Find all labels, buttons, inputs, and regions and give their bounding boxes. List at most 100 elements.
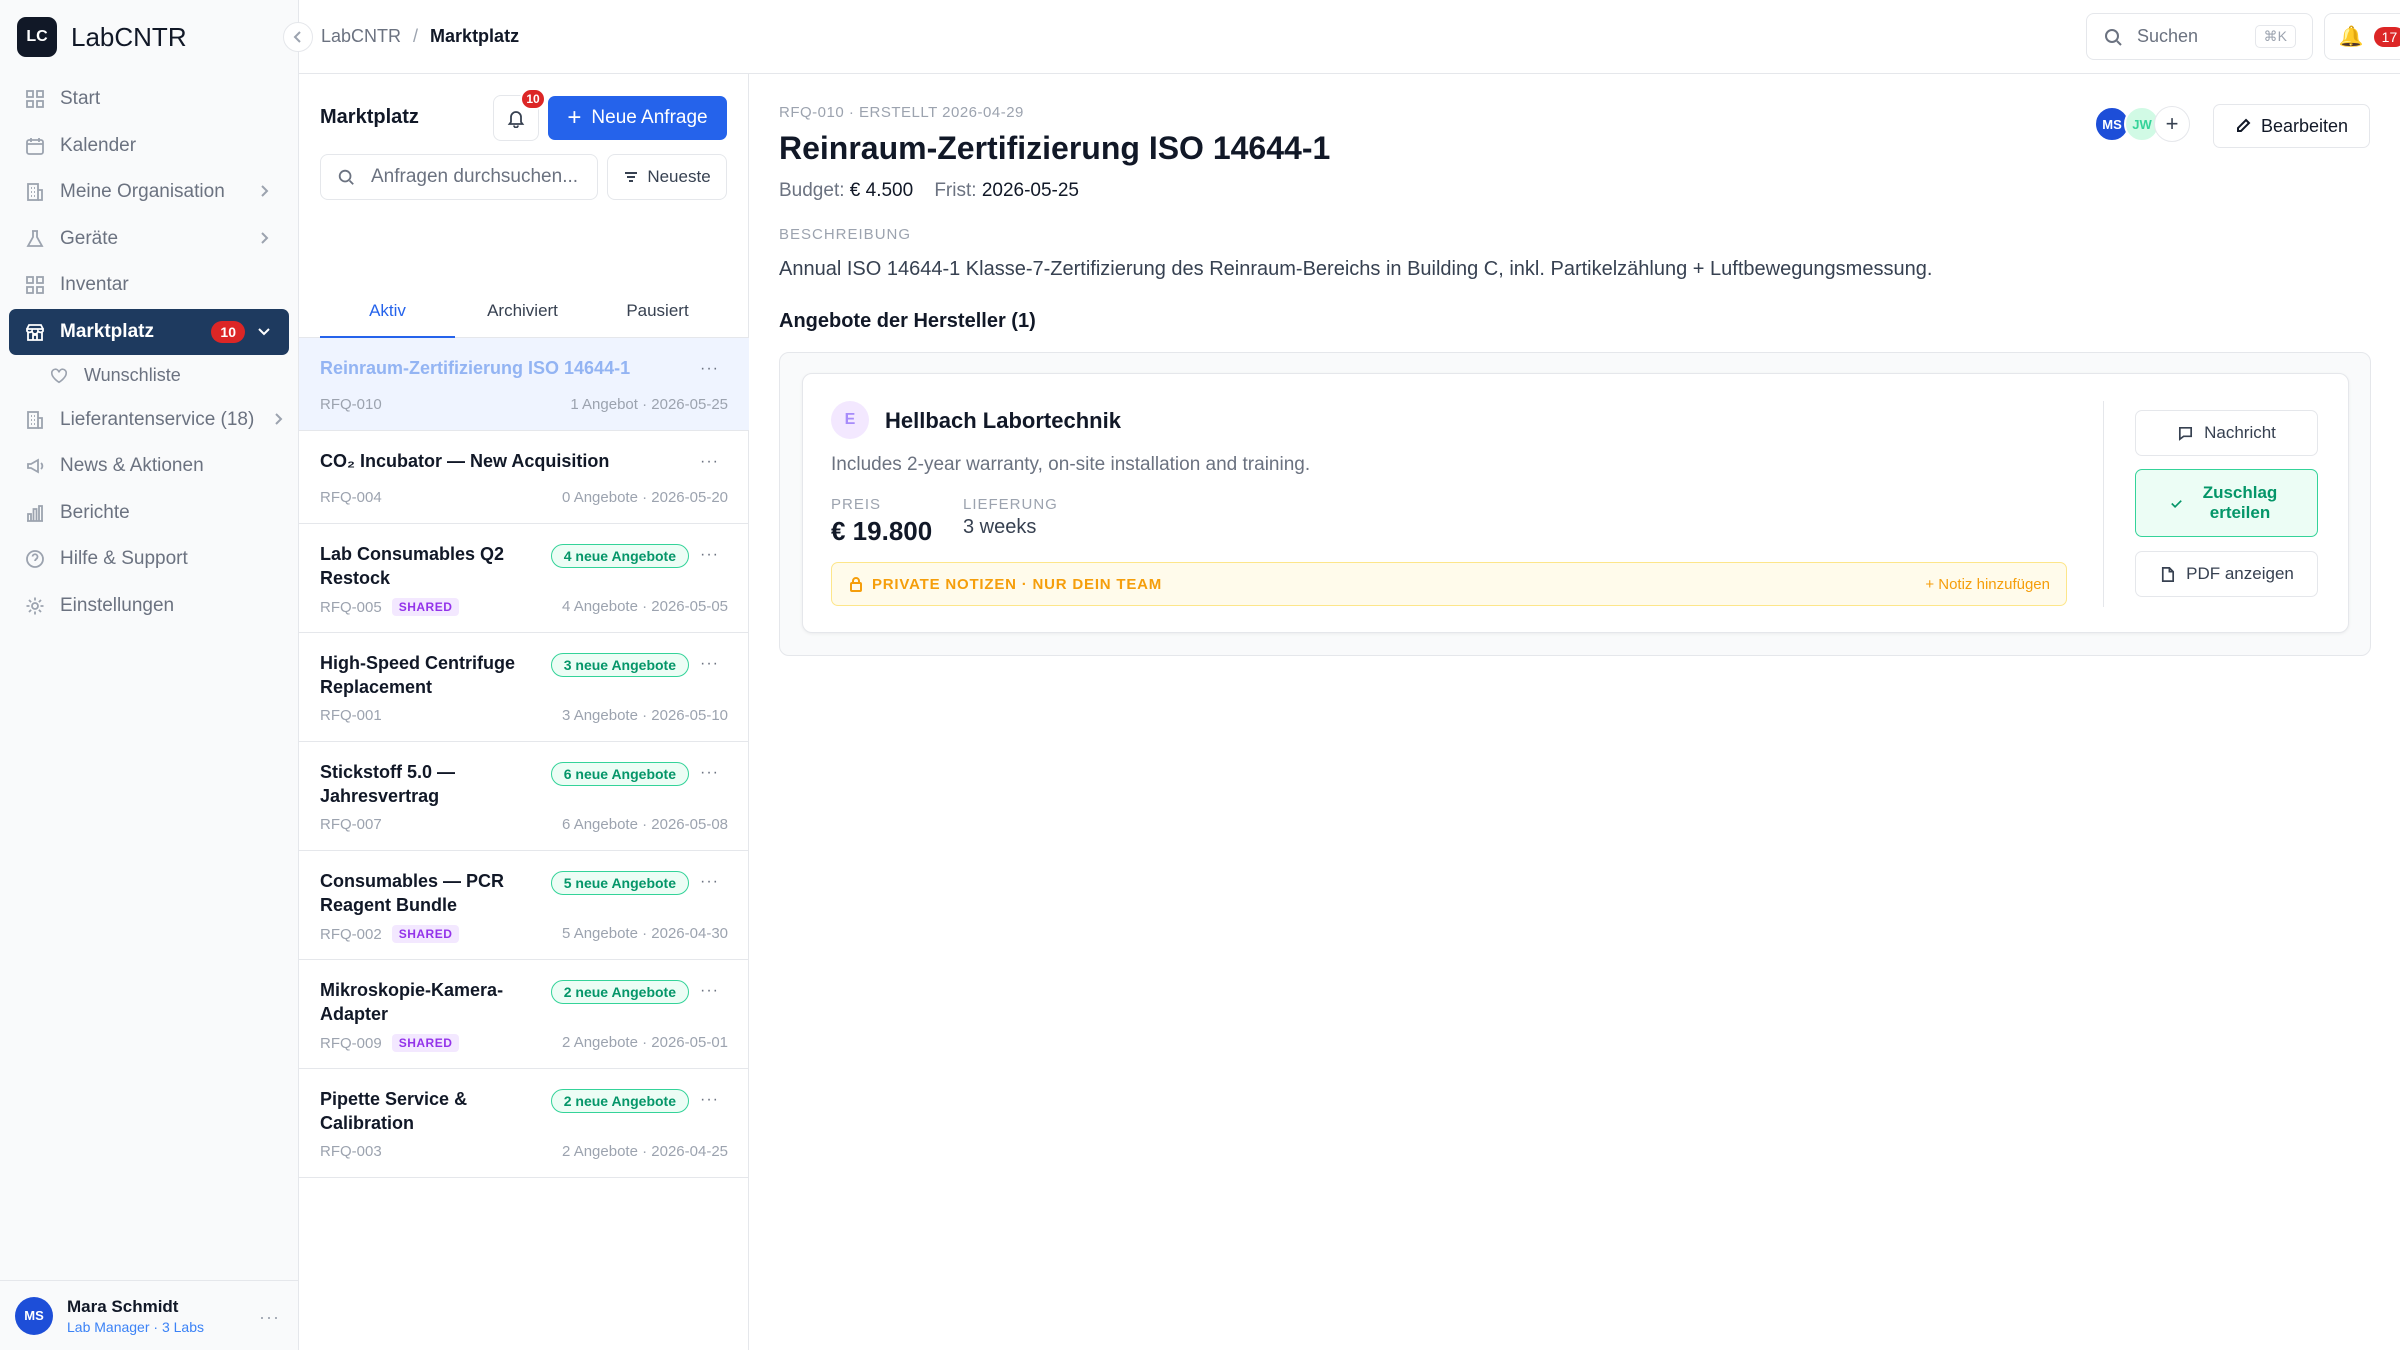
row-id-text: RFQ-004	[320, 489, 382, 506]
user-profile[interactable]: MS Mara Schmidt Lab Manager · 3 Labs ···	[0, 1280, 298, 1350]
list-item[interactable]: Consumables — PCR Reagent Bundle 5 neue …	[299, 851, 749, 960]
sort-button[interactable]: Neueste	[607, 154, 727, 200]
more-icon[interactable]: ···	[700, 655, 719, 673]
row-id-text: RFQ-002	[320, 925, 382, 943]
list-item[interactable]: Lab Consumables Q2 Restock 4 neue Angebo…	[299, 524, 749, 633]
pencil-icon	[2236, 118, 2251, 132]
topbar: LabCNTR / Marktplatz Suchen ⌘K 🔔 17	[283, 0, 2400, 74]
bar-chart-icon	[24, 502, 46, 524]
sidebar-item-hilfe[interactable]: Hilfe & Support	[0, 536, 298, 583]
sidebar-item-wunschliste[interactable]: Wunschliste	[0, 355, 298, 397]
sidebar-item-label: Marktplatz	[60, 320, 154, 342]
global-search[interactable]: Suchen ⌘K	[2086, 13, 2313, 60]
more-icon[interactable]: ···	[700, 873, 719, 891]
description: Annual ISO 14644-1 Klasse-7-Zertifizieru…	[779, 258, 1933, 280]
sidebar-item-label: Inventar	[60, 274, 129, 296]
sidebar-item-label: Kalender	[60, 134, 137, 156]
more-icon[interactable]: ···	[700, 360, 719, 378]
tab-aktiv[interactable]: Aktiv	[320, 284, 455, 339]
list-item[interactable]: Stickstoff 5.0 — Jahresvertrag 6 neue An…	[299, 742, 749, 851]
list-item[interactable]: Reinraum-Zertifizierung ISO 14644-1 ··· …	[299, 338, 749, 431]
offer-price: € 19.800	[831, 516, 933, 546]
shared-badge: SHARED	[391, 598, 460, 616]
row-meta: 1 Angebot · 2026-05-25	[570, 396, 728, 413]
row-title: Reinraum-Zertifizierung ISO 14644-1	[320, 358, 631, 378]
sidebar-item-inventar[interactable]: Inventar	[0, 262, 298, 309]
sidebar-nav: Start Kalender Meine Organisation Geräte…	[0, 74, 298, 629]
row-id: RFQ-001	[320, 707, 382, 724]
row-id-text: RFQ-007	[320, 816, 382, 833]
list-item[interactable]: High-Speed Centrifuge Replacement 3 neue…	[299, 633, 749, 742]
search-placeholder: Anfragen durchsuchen...	[371, 166, 579, 187]
sidebar-item-marktplatz[interactable]: Marktplatz 10	[9, 308, 289, 355]
pdf-button[interactable]: PDF anzeigen	[2135, 551, 2318, 597]
row-meta: 0 Angebote · 2026-05-20	[562, 489, 728, 506]
more-icon[interactable]: ···	[700, 453, 719, 471]
tab-pausiert[interactable]: Pausiert	[590, 284, 725, 338]
brand[interactable]: LC LabCNTR	[0, 0, 298, 74]
search-shortcut: ⌘K	[2254, 25, 2296, 48]
search-label: Suchen	[2137, 26, 2199, 46]
sidebar-item-label: Einstellungen	[60, 594, 175, 616]
row-id-text: RFQ-009	[320, 1034, 382, 1052]
collapse-sidebar-button[interactable]	[283, 22, 313, 52]
more-icon[interactable]: ···	[700, 546, 719, 564]
file-icon	[2162, 566, 2175, 582]
row-id-text: RFQ-005	[320, 598, 382, 616]
sidebar-item-start[interactable]: Start	[0, 76, 298, 123]
user-role: Lab Manager · 3 Labs	[67, 1318, 204, 1335]
new-offers-badge: 2 neue Angebote	[550, 980, 689, 1004]
row-meta: 2 Angebote · 2026-05-01	[562, 1034, 728, 1051]
building-icon	[24, 181, 46, 203]
user-info: Mara Schmidt Lab Manager · 3 Labs	[67, 1297, 204, 1335]
check-icon	[2171, 499, 2182, 508]
list-notifications-button[interactable]: 10	[493, 88, 546, 141]
message-button[interactable]: Nachricht	[2135, 410, 2318, 456]
row-meta: 2 Angebote · 2026-04-25	[562, 1143, 728, 1160]
more-icon[interactable]: ···	[700, 1091, 719, 1109]
add-note-link[interactable]: + Notiz hinzufügen	[1925, 576, 2050, 593]
sidebar-item-einstellungen[interactable]: Einstellungen	[0, 583, 298, 630]
budget-label: Budget:	[779, 180, 845, 201]
sidebar-item-lieferantenservice[interactable]: Lieferantenservice (18)	[0, 397, 298, 444]
edit-button[interactable]: Bearbeiten	[2213, 104, 2370, 148]
request-search-input[interactable]: Anfragen durchsuchen...	[320, 154, 598, 200]
more-icon[interactable]: ···	[700, 982, 719, 1000]
row-title: Stickstoff 5.0 — Jahresvertrag	[320, 762, 456, 806]
flask-icon	[24, 228, 46, 250]
new-offers-badge: 4 neue Angebote	[550, 544, 689, 568]
search-icon	[2105, 28, 2122, 46]
edit-label: Bearbeiten	[2260, 115, 2349, 136]
sidebar-item-organisation[interactable]: Meine Organisation	[0, 169, 298, 216]
message-label: Nachricht	[2204, 423, 2276, 442]
budget-line: Budget: € 4.500 Frist: 2026-05-25	[779, 180, 1079, 202]
list-item[interactable]: CO₂ Incubator — New Acquisition ··· RFQ-…	[299, 431, 749, 524]
deadline-value: 2026-05-25	[981, 180, 1080, 201]
private-notes-label: PRIVATE NOTIZEN · NUR DEIN TEAM	[872, 575, 1163, 593]
new-request-button[interactable]: + Neue Anfrage	[548, 96, 727, 140]
sidebar-item-news[interactable]: News & Aktionen	[0, 443, 298, 490]
tab-archiviert[interactable]: Archiviert	[455, 284, 590, 338]
award-button[interactable]: Zuschlag erteilen	[2135, 469, 2318, 537]
content: Marktplatz 10 + Neue Anfrage Anfragen du…	[299, 74, 2400, 1350]
notifications-button[interactable]: 🔔 17	[2324, 13, 2400, 60]
chevron-right-icon	[256, 230, 272, 246]
row-title: Consumables — PCR Reagent Bundle	[320, 871, 505, 915]
more-icon[interactable]: ···	[259, 1307, 280, 1328]
vendor-name[interactable]: Hellbach Labortechnik	[885, 408, 1121, 434]
delivery-label: LIEFERUNG	[963, 496, 1058, 513]
more-icon[interactable]: ···	[700, 764, 719, 782]
shared-badge: SHARED	[391, 925, 460, 943]
sidebar-item-kalender[interactable]: Kalender	[0, 123, 298, 170]
brand-name: LabCNTR	[71, 21, 187, 52]
list-item[interactable]: Mikroskopie-Kamera-Adapter 2 neue Angebo…	[299, 960, 749, 1069]
breadcrumb-root[interactable]: LabCNTR	[321, 26, 401, 47]
sidebar-item-geraete[interactable]: Geräte	[0, 216, 298, 263]
row-id: RFQ-009 SHARED	[320, 1034, 460, 1052]
list-item[interactable]: Pipette Service & Calibration 2 neue Ang…	[299, 1069, 749, 1178]
sidebar-item-label: Wunschliste	[84, 365, 181, 385]
page-title: Reinraum-Zertifizierung ISO 14644-1	[779, 130, 1331, 166]
add-collaborator-button[interactable]: +	[2154, 106, 2190, 142]
sidebar-item-berichte[interactable]: Berichte	[0, 490, 298, 537]
row-meta: 5 Angebote · 2026-04-30	[562, 925, 728, 942]
